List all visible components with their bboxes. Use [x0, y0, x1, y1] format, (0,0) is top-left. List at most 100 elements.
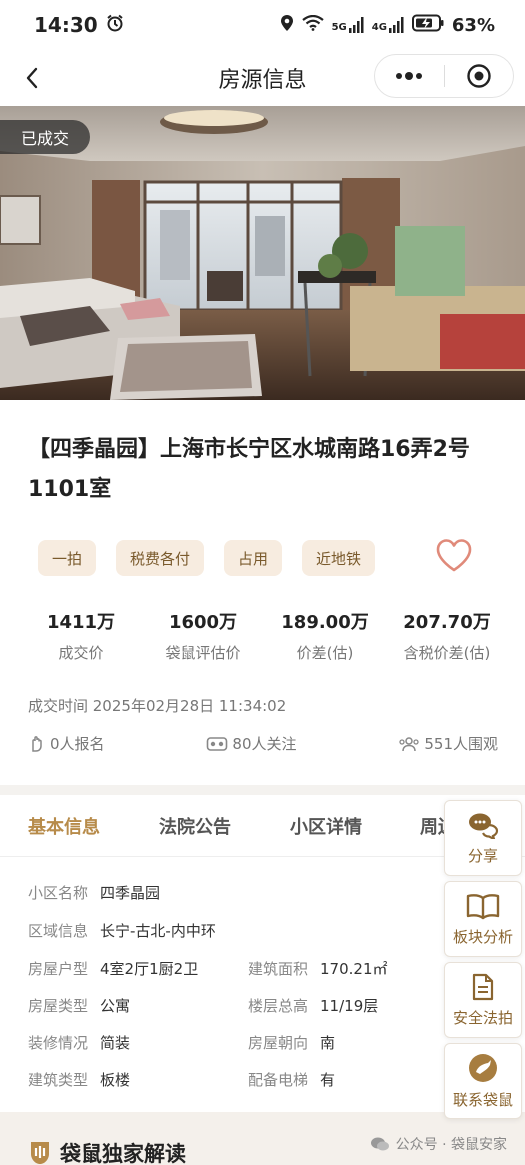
info-key: 配备电梯: [248, 1071, 309, 1089]
info-building: 建筑类型 板楼: [28, 1069, 130, 1090]
deal-time: 成交时间 2025年02月28日 11:34:02: [28, 697, 287, 715]
signal-4g-icon: 4G: [372, 17, 404, 33]
info-key: 建筑类型: [28, 1071, 89, 1089]
wechat-account: 公众号 · 袋鼠安家: [395, 1137, 507, 1153]
status-right: 5G 4G 63%: [280, 14, 495, 37]
tab-basic-info[interactable]: 基本信息: [28, 813, 100, 839]
tag-item: 税费各付: [116, 540, 205, 576]
exclusive-header: 袋鼠独家解读: [28, 1138, 186, 1165]
status-left: 14:30: [34, 13, 124, 37]
info-elevator: 配备电梯 有: [248, 1069, 335, 1090]
info-key: 房屋朝向: [248, 1034, 309, 1052]
tag-item: 近地铁: [302, 540, 376, 576]
info-value: 170.21㎡: [320, 960, 388, 978]
target-close-icon: [467, 64, 491, 88]
stat-label: 袋鼠评估价: [165, 644, 241, 662]
info-key: 建筑面积: [248, 960, 309, 978]
signup-count-text: 0人报名: [50, 735, 105, 753]
info-value: 4室2厅1厨2卫: [100, 960, 199, 978]
people-icon: [399, 736, 420, 751]
signup-count: 0人报名: [28, 733, 105, 754]
hand-icon: [32, 735, 42, 752]
page: 14:30 5G 4G 63% 房源信息 已成交 【四季晶园】上海市长宁区水城南…: [0, 0, 525, 1165]
info-layout: 房屋户型 4室2厅1厨2卫: [28, 958, 198, 979]
wifi-icon: [301, 14, 324, 36]
tag-item: 一拍: [38, 540, 97, 576]
info-key: 楼层总高: [248, 997, 309, 1015]
info-floor: 楼层总高 11/19层: [248, 995, 378, 1016]
alarm-icon: [106, 13, 124, 37]
wechat-icon: [370, 1137, 389, 1151]
stat-value: 1411万: [46, 612, 116, 633]
wechat-watermark: 公众号 · 袋鼠安家: [370, 1134, 507, 1154]
info-decoration: 装修情况 简装: [28, 1032, 130, 1053]
more-button[interactable]: [375, 55, 444, 97]
stat-label: 成交价: [58, 644, 104, 662]
more-dots-icon: [396, 72, 423, 80]
heart-icon: [436, 539, 472, 572]
info-key: 房屋类型: [28, 997, 89, 1015]
info-value: 四季晶园: [100, 884, 161, 902]
tab-court-notice[interactable]: 法院公告: [159, 813, 231, 839]
nav-bar: 房源信息: [0, 50, 525, 106]
follow-count-text: 80人关注: [232, 735, 297, 753]
info-value: 公寓: [100, 997, 131, 1015]
tag-list: 一拍 税费各付 占用 近地铁: [38, 540, 376, 576]
view-count: 551人围观: [398, 733, 498, 754]
contact-button[interactable]: 联系袋鼠: [444, 1043, 522, 1119]
area-analysis-label: 板块分析: [452, 927, 513, 946]
battery-icon: [411, 14, 444, 37]
area-analysis-button[interactable]: 板块分析: [444, 881, 522, 957]
section-divider: [0, 785, 525, 795]
tab-community[interactable]: 小区详情: [290, 813, 362, 839]
follow-count: 80人关注: [206, 733, 297, 754]
location-icon: [280, 14, 294, 37]
engagement-counts: 0人报名 80人关注 551人围观: [28, 733, 498, 754]
info-key: 区域信息: [28, 922, 89, 940]
stat-value: 207.70万: [403, 612, 491, 633]
info-value: 有: [320, 1071, 336, 1089]
signal-5g-icon: 5G: [332, 17, 364, 33]
view-count-text: 551人围观: [424, 735, 498, 753]
info-value: 南: [320, 1034, 336, 1052]
signal-4g-label: 4G: [371, 22, 387, 33]
info-area: 建筑面积 170.21㎡: [248, 958, 388, 979]
stat-price-gap: 189.00万 价差(估): [264, 608, 386, 663]
status-time: 14:30: [34, 13, 98, 37]
info-value: 长宁-古北-内中环: [100, 922, 216, 940]
open-book-icon: [466, 893, 500, 919]
safe-auction-label: 安全法拍: [452, 1008, 513, 1027]
info-key: 房屋户型: [28, 960, 89, 978]
info-value: 11/19层: [320, 997, 379, 1015]
status-badge: 已成交: [0, 120, 90, 154]
info-value: 板楼: [100, 1071, 131, 1089]
share-button[interactable]: 分享: [444, 800, 522, 876]
vr-glasses-icon: [207, 736, 228, 751]
stat-value: 1600万: [168, 612, 238, 633]
miniprogram-capsule: [374, 54, 514, 98]
info-region: 区域信息 长宁-古北-内中环: [28, 920, 216, 941]
stat-evaluation: 1600万 袋鼠评估价: [142, 608, 264, 663]
info-community: 小区名称 四季晶园: [28, 882, 160, 903]
exclusive-title: 袋鼠独家解读: [60, 1142, 186, 1165]
stat-taxed-gap: 207.70万 含税价差(估): [386, 608, 508, 663]
info-key: 装修情况: [28, 1034, 89, 1052]
back-button[interactable]: [16, 60, 52, 96]
share-label: 分享: [467, 846, 498, 865]
document-icon: [472, 973, 494, 1000]
kangaroo-avatar-icon: [469, 1053, 497, 1082]
favorite-button[interactable]: [435, 538, 473, 574]
stat-label: 价差(估): [296, 644, 354, 662]
status-bar: 14:30 5G 4G 63%: [0, 0, 525, 50]
contact-label: 联系袋鼠: [452, 1090, 513, 1109]
chevron-left-icon: [26, 67, 38, 89]
stat-deal-price: 1411万 成交价: [20, 608, 142, 663]
safe-auction-button[interactable]: 安全法拍: [444, 962, 522, 1038]
tag-item: 占用: [224, 540, 283, 576]
property-title: 【四季晶园】上海市长宁区水城南路16弄2号1101室: [28, 437, 470, 502]
close-miniprogram-button[interactable]: [445, 55, 514, 97]
info-key: 小区名称: [28, 884, 89, 902]
signal-5g-label: 5G: [331, 22, 347, 33]
battery-percent: 63%: [451, 14, 495, 36]
kangaroo-logo-icon: [31, 1142, 49, 1164]
